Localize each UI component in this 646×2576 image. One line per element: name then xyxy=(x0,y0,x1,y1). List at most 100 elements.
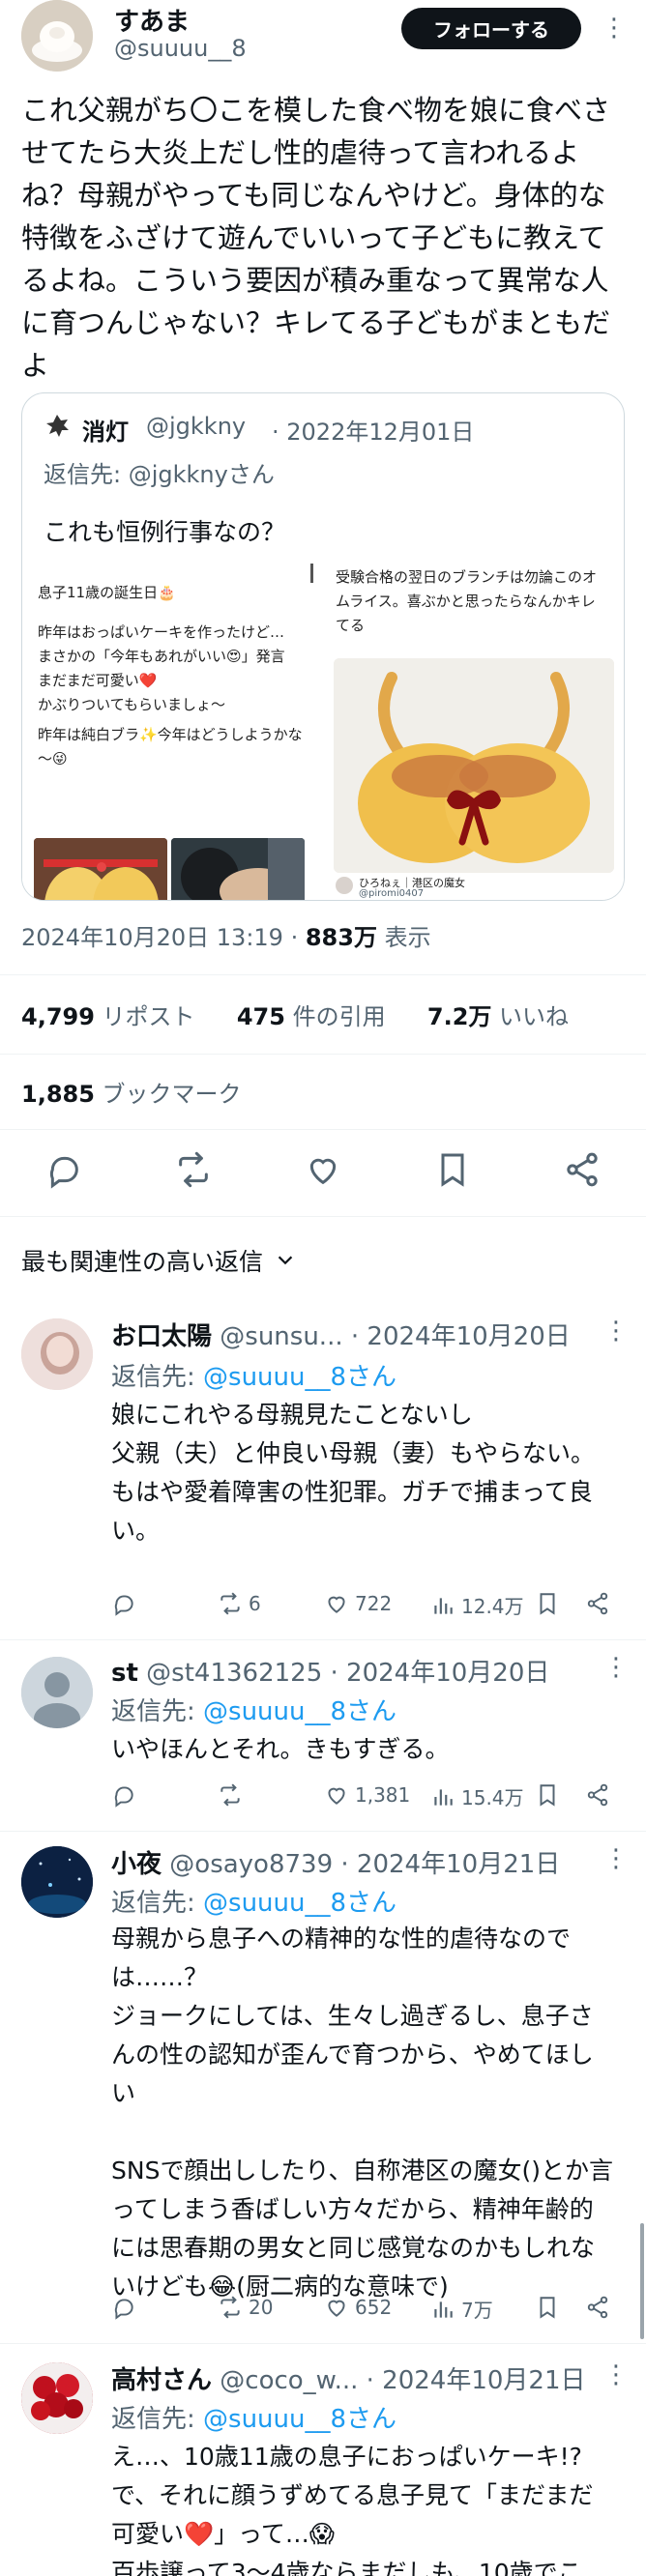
reply-author-name[interactable]: お口太陽 xyxy=(111,1322,212,1351)
left-card-line: 昨年はおっぱいケーキを作ったけど… xyxy=(38,623,285,641)
reply-like-button[interactable]: 652 xyxy=(324,2295,392,2320)
reply-avatar[interactable] xyxy=(21,1318,93,1390)
share-icon xyxy=(587,1783,608,1807)
reply-views-button[interactable]: 15.4万 xyxy=(430,1782,524,1810)
reply-repost-button[interactable] xyxy=(218,1782,249,1808)
leaf-avatar-icon xyxy=(46,415,69,437)
reply-bookmark-button[interactable] xyxy=(535,1591,560,1616)
divider xyxy=(0,1831,646,1832)
reply-views-count: 7万 xyxy=(461,2299,493,2322)
reposts-stat[interactable]: 4,799 リポスト xyxy=(21,1003,195,1030)
reply-date[interactable]: · 2024年10月20日 xyxy=(351,1322,571,1351)
reply-like-count: 652 xyxy=(355,2296,393,2319)
reply-author-handle[interactable]: @st41362125 xyxy=(146,1659,322,1688)
author-handle[interactable]: @suuuu__8 xyxy=(114,35,247,62)
reply-reply-button[interactable] xyxy=(111,1782,136,1808)
reply-to: 返信先: @suuuu__8さん xyxy=(111,1692,396,1727)
share-icon xyxy=(587,2296,608,2319)
reply-repost-count: 20 xyxy=(249,2296,274,2319)
divider xyxy=(0,1054,646,1055)
reply-date[interactable]: · 2024年10月21日 xyxy=(340,1850,560,1879)
reply-views-button[interactable]: 12.4万 xyxy=(430,1591,524,1619)
like-heart-icon xyxy=(328,1596,345,1613)
reply-avatar[interactable] xyxy=(21,1846,93,1918)
reply-author-handle[interactable]: @osayo8739 xyxy=(169,1850,333,1879)
views-chart-icon xyxy=(434,2301,453,2318)
reply-actions: 1,381 15.4万 xyxy=(111,1782,614,1811)
reply-share-button[interactable] xyxy=(585,1782,610,1808)
right-card-avatar xyxy=(336,877,353,894)
reply-sort-dropdown[interactable]: 最も関連性の高い返信 xyxy=(21,1243,296,1278)
follow-button[interactable]: フォローする xyxy=(401,8,581,49)
reply-to: 返信先: @suuuu__8さん xyxy=(111,2399,396,2435)
post-timestamp[interactable]: 2024年10月20日 13:19 · xyxy=(21,924,306,951)
bookmarks-stat[interactable]: 1,885 ブックマーク xyxy=(21,1075,242,1109)
reposts-count: 4,799 xyxy=(21,1003,95,1030)
left-card-text: 息子11歳の誕生日🎂 昨年はおっぱいケーキを作ったけど… まさかの「今年もあれが… xyxy=(38,581,305,771)
reply-date[interactable]: · 2024年10月20日 xyxy=(331,1659,550,1688)
share-icon[interactable] xyxy=(563,1150,602,1189)
quoted-post[interactable]: 消灯 @jgkkny · 2022年12月01日 返信先: @jgkknyさん … xyxy=(21,392,625,901)
reply-share-button[interactable] xyxy=(585,1591,610,1616)
right-card-text: 受験合格の翌日のブランチは勿論このオムライス。喜ぶかと思ったらなんかキレてる xyxy=(336,568,598,634)
reply-to-handle[interactable]: @suuuu__8さん xyxy=(203,1363,396,1392)
quote-reply-to-handle: @jgkknyさん xyxy=(128,461,275,488)
like-heart-icon[interactable] xyxy=(304,1150,342,1189)
reply-share-button[interactable] xyxy=(585,2295,610,2320)
quote-reply-to-prefix: 返信先: xyxy=(44,461,129,488)
views-chart-icon xyxy=(434,1788,453,1806)
reply-author-name[interactable]: 高村さん xyxy=(111,2366,212,2395)
reply-bookmark-button[interactable] xyxy=(535,1782,560,1808)
quote-date: · 2022年12月01日 xyxy=(272,419,475,446)
reply-avatar[interactable] xyxy=(21,1657,93,1728)
reply-repost-button[interactable]: 6 xyxy=(218,1591,261,1616)
reply-to-prefix: 返信先: xyxy=(111,1363,204,1392)
reply-author-handle[interactable]: @sunsu... xyxy=(220,1322,342,1351)
reply-author-name[interactable]: st xyxy=(111,1659,138,1688)
page-scrollbar[interactable] xyxy=(640,2223,644,2339)
reply-repost-button[interactable]: 20 xyxy=(218,2295,273,2320)
repost-icon[interactable] xyxy=(174,1150,213,1189)
quote-display-name: 消灯 xyxy=(82,419,129,446)
reply-avatar[interactable] xyxy=(21,2362,93,2434)
post-timestamp-row: 2024年10月20日 13:19 · 883万 表示 xyxy=(21,918,431,952)
reply-date[interactable]: · 2024年10月21日 xyxy=(367,2366,586,2395)
reply-to-handle[interactable]: @suuuu__8さん xyxy=(203,1889,396,1918)
reply-body: いやほんとそれ。きもすぎる。 xyxy=(111,1735,450,1763)
reply-sort-label: 最も関連性の高い返信 xyxy=(21,1248,264,1276)
bookmark-icon[interactable] xyxy=(433,1150,472,1189)
reply-bookmark-button[interactable] xyxy=(535,2295,560,2320)
quotes-count: 475 xyxy=(236,1003,285,1030)
reply-to-prefix: 返信先: xyxy=(111,2405,204,2434)
right-card-handle: @piromi0407 xyxy=(359,888,425,899)
reply-author-name[interactable]: 小夜 xyxy=(111,1850,162,1879)
reply-more-icon[interactable]: ⋮ xyxy=(603,1653,629,1682)
reply-views-count: 12.4万 xyxy=(461,1595,524,1618)
reply-to-prefix: 返信先: xyxy=(111,1889,204,1918)
quote-media-left[interactable]: 息子11歳の誕生日🎂 昨年はおっぱいケーキを作ったけど… まさかの「今年もあれが… xyxy=(22,564,320,900)
reply-more-icon[interactable]: ⋮ xyxy=(603,1844,629,1873)
likes-stat[interactable]: 7.2万 いいね xyxy=(427,1003,569,1030)
reply-like-button[interactable]: 1,381 xyxy=(324,1782,410,1808)
reply-more-icon[interactable]: ⋮ xyxy=(603,2360,629,2389)
author-avatar[interactable] xyxy=(21,0,93,72)
reply-like-count: 1,381 xyxy=(355,1783,411,1807)
quotes-stat[interactable]: 475 件の引用 xyxy=(237,1003,386,1030)
reply-author-handle[interactable]: @coco_w... xyxy=(220,2366,358,2395)
views-count: 883万 xyxy=(305,924,377,951)
chevron-down-icon xyxy=(278,1256,293,1265)
reply-body: 娘にこれやる母親見たことないし 父親（夫）と仲良い母親（妻）もやらない。 もはや… xyxy=(111,1401,596,1545)
post-text: これ父親がち〇こを模した食べ物を娘に食べさせてたら大炎上だし性的虐待って言われる… xyxy=(21,94,611,382)
reply-reply-button[interactable] xyxy=(111,2295,136,2320)
quote-media-right[interactable]: 受験合格の翌日のブランチは勿論このオムライス。喜ぶかと思ったらなんかキレてる ひ… xyxy=(324,564,624,900)
reply-to-handle[interactable]: @suuuu__8さん xyxy=(203,2405,396,2434)
reply-more-icon[interactable]: ⋮ xyxy=(603,1317,629,1346)
reply-like-button[interactable]: 722 xyxy=(324,1591,392,1616)
more-options-icon[interactable]: ⋮ xyxy=(602,14,627,43)
author-display-name[interactable]: すあま xyxy=(114,2,190,38)
reply-to-handle[interactable]: @suuuu__8さん xyxy=(203,1697,396,1726)
reply-views-button[interactable]: 7万 xyxy=(430,2295,493,2323)
reply-reply-button[interactable] xyxy=(111,1591,136,1616)
reply-icon[interactable] xyxy=(44,1150,83,1189)
likes-count: 7.2万 xyxy=(426,1003,492,1030)
